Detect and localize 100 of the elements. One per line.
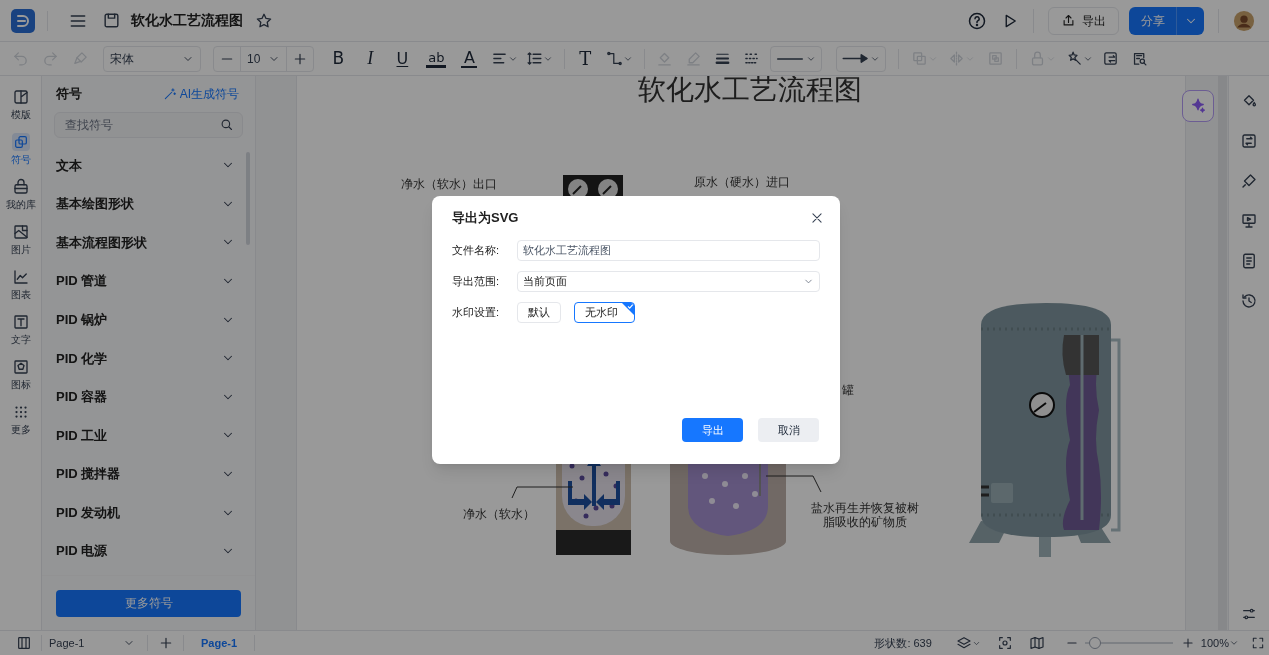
category-row[interactable]: PID 搅拌器 xyxy=(42,454,245,494)
leader-line[interactable] xyxy=(511,486,573,499)
rail-tab[interactable]: 图标 xyxy=(5,356,36,392)
save-icon[interactable] xyxy=(102,11,121,30)
check-icon xyxy=(622,302,634,315)
arrow-style-select[interactable] xyxy=(836,45,887,72)
zoom-in-icon[interactable] xyxy=(1180,636,1195,650)
diagram-label[interactable]: 盐水再生并恢复被树脂吸收的矿物质 xyxy=(810,501,920,529)
panel-title: 符号 xyxy=(56,85,82,104)
app-logo[interactable] xyxy=(11,8,35,33)
star-icon[interactable] xyxy=(255,11,273,30)
field-label: 水印设置: xyxy=(452,304,501,320)
shape-count: 形状数: 639 xyxy=(874,635,932,651)
rail-tab[interactable]: 模版 xyxy=(5,86,36,122)
bag-icon xyxy=(11,178,30,196)
line-style-select[interactable] xyxy=(770,45,823,72)
document-title[interactable]: 软化水工艺流程图 xyxy=(131,10,243,31)
magic-icon[interactable] xyxy=(1066,50,1084,67)
document-icon[interactable] xyxy=(1240,252,1258,270)
file-name-field[interactable]: 软化水工艺流程图 xyxy=(517,239,820,261)
watermark-option[interactable]: 无水印 xyxy=(574,301,635,323)
italic-button[interactable]: I xyxy=(362,45,379,72)
line-color-icon[interactable] xyxy=(685,50,703,67)
ai-assistant-button[interactable] xyxy=(1182,90,1214,122)
diagram-label[interactable]: 原水（硬水）进口 xyxy=(694,175,790,189)
highlight-button[interactable]: ab xyxy=(426,49,447,68)
category-row[interactable]: PID 锅炉 xyxy=(42,300,245,339)
page-select[interactable]: Page-1 xyxy=(49,634,135,652)
category-row[interactable]: 文本 xyxy=(42,146,245,185)
watermark-option[interactable]: 默认 xyxy=(517,301,561,323)
template-icon xyxy=(11,88,30,106)
page-list-icon[interactable] xyxy=(16,635,32,651)
connector-icon[interactable] xyxy=(606,50,624,67)
sparkle-icon xyxy=(1189,97,1207,115)
slider-thumb[interactable] xyxy=(1089,637,1102,649)
category-row[interactable]: 基本流程图形状 xyxy=(42,223,245,262)
rail-tab[interactable]: 图表 xyxy=(5,266,36,302)
diagram-title[interactable]: 软化水工艺流程图 xyxy=(638,76,862,106)
icon-library-icon xyxy=(11,358,30,376)
settings-icon[interactable] xyxy=(1241,606,1257,622)
dialog-title: 导出为SVG xyxy=(452,209,519,228)
presentation-icon[interactable] xyxy=(1240,212,1258,230)
zoom-slider[interactable] xyxy=(1084,637,1173,649)
rail-tab[interactable]: 符号 xyxy=(5,131,36,167)
diagram-label[interactable]: 净水（软水）出口 xyxy=(401,177,497,191)
category-row[interactable]: PID 化学 xyxy=(42,338,245,378)
avatar[interactable] xyxy=(1233,9,1255,32)
underline-button[interactable]: U xyxy=(393,46,412,71)
leader-line[interactable] xyxy=(766,475,822,493)
category-row[interactable]: PID 电源 xyxy=(42,531,245,571)
category-row[interactable]: PID 管道 xyxy=(42,261,245,301)
caret-icon xyxy=(1229,638,1239,648)
font-color-button[interactable]: A xyxy=(461,49,478,68)
page-tab[interactable]: Page-1 xyxy=(201,634,238,652)
rail-tab[interactable]: 更多 xyxy=(5,401,36,437)
confirm-button[interactable]: 导出 xyxy=(682,418,743,442)
search-field[interactable]: 查找符号 xyxy=(54,112,243,138)
find-icon[interactable] xyxy=(1131,50,1149,67)
share-button[interactable]: 分享 xyxy=(1129,6,1176,35)
replace-icon[interactable] xyxy=(1102,50,1120,67)
text-icon xyxy=(11,313,30,331)
font-select[interactable]: 宋体 xyxy=(103,45,201,72)
field-label: 导出范围: xyxy=(452,273,501,289)
bold-button[interactable]: B xyxy=(329,45,348,72)
wand-icon xyxy=(162,87,177,101)
export-icon xyxy=(1061,13,1076,28)
zoom-select[interactable]: 100% xyxy=(1200,634,1239,652)
category-row[interactable]: 基本绘图形状 xyxy=(42,184,245,224)
diagram-label[interactable]: 净水（软水） xyxy=(463,507,535,521)
history-icon[interactable] xyxy=(1240,292,1258,310)
more-symbols-button[interactable]: 更多符号 xyxy=(56,589,241,617)
focus-icon[interactable] xyxy=(996,635,1013,651)
image-icon xyxy=(11,223,30,241)
cancel-button[interactable]: 取消 xyxy=(758,418,819,442)
share-menu-button[interactable] xyxy=(1176,6,1204,35)
search-icon[interactable] xyxy=(219,117,234,132)
chart-icon xyxy=(11,268,30,286)
diagram-label[interactable]: 罐 xyxy=(842,383,854,397)
shapes-icon xyxy=(11,133,30,151)
rail-tab[interactable]: 文字 xyxy=(5,311,36,347)
rail-tab[interactable]: 我的库 xyxy=(5,176,36,212)
rail-tab[interactable]: 图片 xyxy=(5,221,36,257)
swap-icon[interactable] xyxy=(1240,132,1258,150)
range-select[interactable]: 当前页面 xyxy=(517,270,820,292)
fullscreen-icon[interactable] xyxy=(1251,636,1265,650)
text-tool-button[interactable]: T xyxy=(576,45,595,72)
export-button[interactable]: 导出 xyxy=(1048,6,1119,35)
add-page-icon[interactable] xyxy=(158,635,174,651)
arrow-icon xyxy=(842,54,869,63)
category-row[interactable]: PID 发动机 xyxy=(42,493,245,532)
close-icon[interactable] xyxy=(810,211,824,225)
style-icon[interactable] xyxy=(1240,172,1258,190)
field-label: 文件名称: xyxy=(452,242,501,258)
line-icon xyxy=(776,57,805,60)
help-icon[interactable] xyxy=(967,10,987,31)
category-row[interactable]: PID 容器 xyxy=(42,377,245,417)
layers-icon[interactable] xyxy=(955,635,972,651)
category-row[interactable]: PID 工业 xyxy=(42,416,245,455)
map-icon[interactable] xyxy=(1028,635,1045,651)
line-spacing-icon[interactable] xyxy=(526,50,544,67)
